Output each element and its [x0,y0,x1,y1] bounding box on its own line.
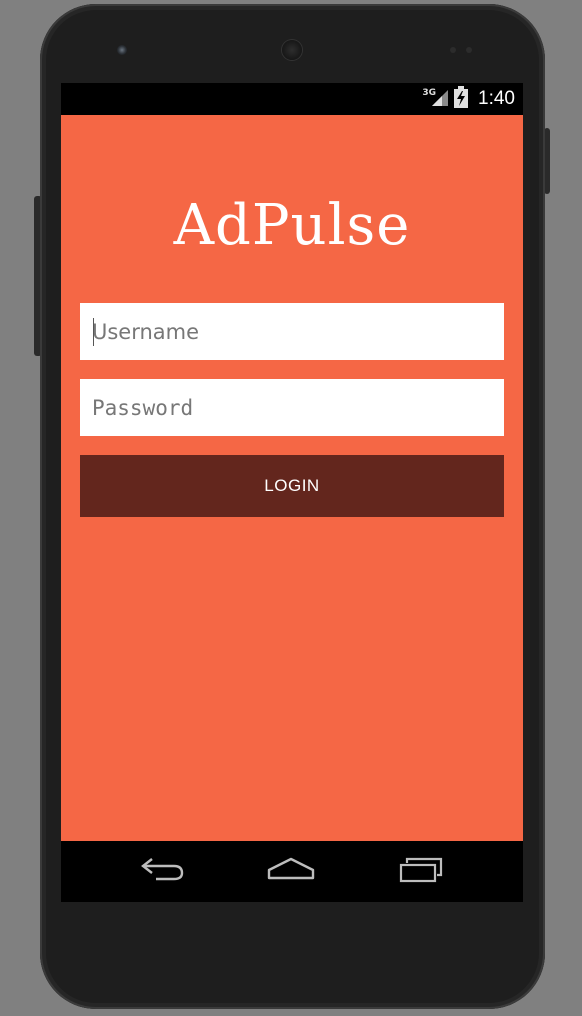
app-title: AdPulse [173,193,411,258]
login-screen: AdPulse LOGIN [61,115,523,841]
device-screen: 3G 1:40 AdPulse LOGIN [61,83,523,902]
back-icon [140,856,186,886]
back-button[interactable] [133,851,193,891]
recent-apps-icon [397,855,445,887]
status-clock: 1:40 [478,88,515,109]
home-icon [266,856,316,886]
text-cursor [93,318,94,346]
status-bar: 3G 1:40 [61,83,523,115]
sensor-icon [450,47,456,53]
login-button[interactable]: LOGIN [80,455,504,517]
navigation-bar [61,841,523,902]
battery-charging-icon [454,86,469,112]
recent-apps-button[interactable] [391,851,451,891]
front-camera-icon [117,45,127,55]
network-type-label: 3G [422,88,437,98]
status-icons: 3G 1:40 [422,86,515,112]
sensor-icon [466,47,472,53]
password-input[interactable] [80,379,504,436]
username-input[interactable] [80,303,504,360]
earpiece-icon [282,40,302,60]
home-button[interactable] [261,851,321,891]
